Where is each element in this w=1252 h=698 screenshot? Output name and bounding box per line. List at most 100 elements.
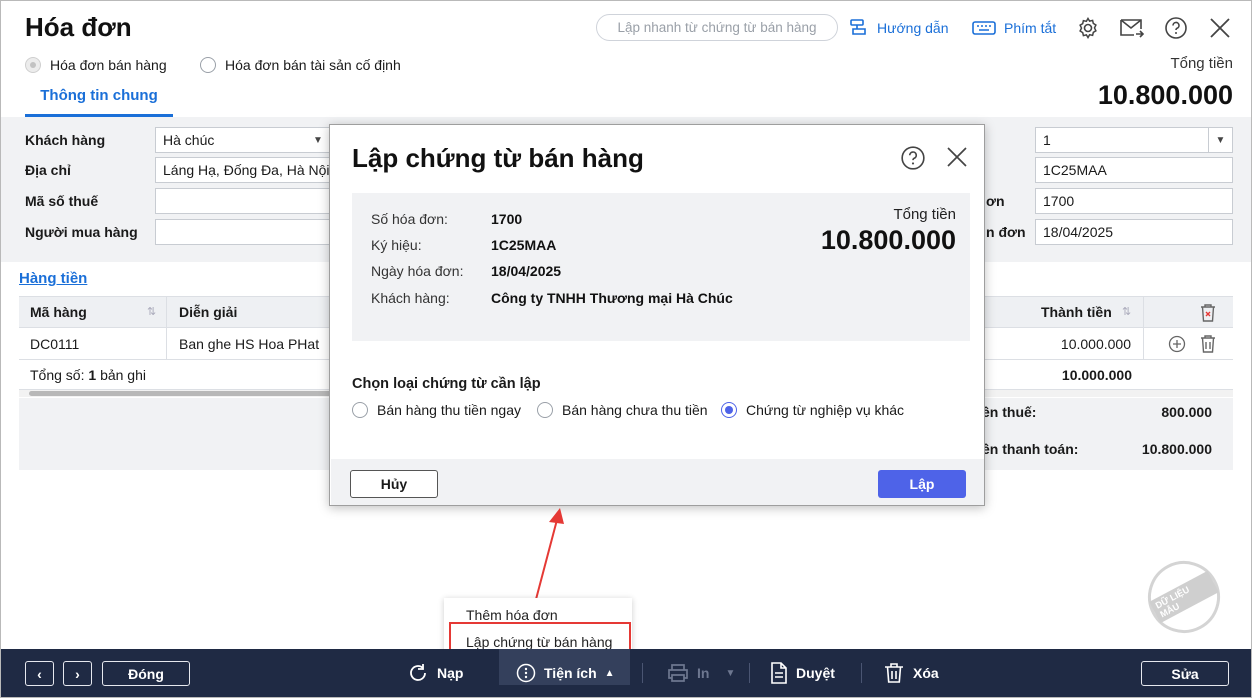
send-email-button[interactable] (1118, 14, 1146, 42)
printer-icon (668, 664, 688, 682)
guide-link[interactable]: Hướng dẫn (849, 18, 948, 38)
reload-button[interactable]: Nạp (407, 661, 463, 685)
invoice-number-input[interactable]: 1700 (1035, 188, 1233, 214)
payment-amount-label: ền thanh toán: (982, 441, 1079, 457)
info-value-number: 1700 (491, 211, 523, 227)
guide-icon (850, 19, 866, 35)
info-key-date: Ngày hóa đơn: (371, 263, 464, 279)
radio-indicator (200, 57, 216, 73)
section-goods-amount[interactable]: Hàng tiền (19, 270, 87, 287)
tax-amount-label: ền thuế: (982, 404, 1037, 420)
caret-down-icon: ▼ (725, 667, 736, 679)
menu-item-add-invoice[interactable]: Thêm hóa đơn (466, 607, 558, 623)
close-form-button[interactable]: Đóng (102, 661, 190, 686)
delete-all-rows-button[interactable] (1199, 303, 1217, 326)
shortcut-link[interactable]: Phím tắt (972, 18, 1056, 38)
mail-forward-icon (1120, 19, 1145, 38)
chevron-down-icon[interactable]: ▼ (306, 128, 330, 152)
toolbar-separator (642, 663, 643, 683)
radio-indicator (721, 402, 737, 418)
help-icon (901, 146, 925, 170)
column-description[interactable]: Diễn giải (179, 297, 237, 327)
page-title: Hóa đơn (25, 12, 132, 42)
address-label: Địa chỉ (25, 162, 71, 178)
total-value: 10.800.000 (1097, 80, 1233, 110)
invoice-date-label-fragment: n đơn (986, 224, 1026, 240)
choose-voucher-type-label: Chọn loại chứng từ cần lập (352, 376, 541, 392)
invoice-date-input[interactable]: 18/04/2025 (1035, 219, 1233, 245)
create-button[interactable]: Lập (878, 470, 966, 498)
next-record-button[interactable]: › (63, 661, 92, 686)
info-value-symbol: 1C25MAA (491, 237, 557, 253)
help-button[interactable] (1162, 14, 1190, 42)
gear-icon (1079, 17, 1097, 39)
tab-general-info[interactable]: Thông tin chung (25, 85, 173, 117)
radio-sale-unpaid[interactable]: Bán hàng chưa thu tiền (537, 402, 708, 418)
invoice-info-box: Số hóa đơn: 1700 Ký hiệu: 1C25MAA Ngày h… (352, 193, 970, 341)
plus-circle-icon (1168, 335, 1186, 353)
sort-icon[interactable]: ⇅ (147, 305, 156, 318)
sort-icon[interactable]: ⇅ (1122, 305, 1131, 318)
toolbar-separator (749, 663, 750, 683)
column-divider (166, 297, 167, 327)
tax-code-input[interactable] (155, 188, 331, 214)
prev-record-button[interactable]: ‹ (25, 661, 54, 686)
add-row-button[interactable] (1168, 335, 1186, 356)
radio-invoice-sales[interactable]: Hóa đơn bán hàng (25, 57, 167, 73)
close-button[interactable] (1206, 14, 1234, 42)
footer-total: 10.000.000 (1061, 367, 1132, 383)
invoice-number-label-fragment: ơn (986, 193, 1005, 209)
edit-button[interactable]: Sửa (1141, 661, 1229, 686)
tax-code-label: Mã số thuế (25, 193, 99, 209)
buyer-input[interactable] (155, 219, 331, 245)
dialog-total-value: 10.800.000 (820, 225, 956, 255)
symbol-input[interactable]: 1C25MAA (1035, 157, 1233, 183)
column-item-code[interactable]: Mã hàng (30, 297, 87, 327)
delete-button[interactable]: Xóa (883, 661, 939, 685)
radio-other-voucher[interactable]: Chứng từ nghiệp vụ khác (721, 402, 904, 418)
info-value-date: 18/04/2025 (491, 263, 562, 279)
scroll-thumb[interactable] (29, 391, 339, 396)
close-icon (947, 147, 967, 167)
row-item-code: DC0111 (30, 336, 80, 352)
template-combobox[interactable]: 1 ▼ (1035, 127, 1233, 153)
customer-combobox[interactable]: Hà chúc ▼ (155, 127, 331, 153)
chevron-left-icon: ‹ (37, 665, 42, 682)
dialog-title: Lập chứng từ bán hàng (352, 143, 644, 173)
trash-icon (1201, 335, 1215, 353)
info-key-customer: Khách hàng: (371, 290, 450, 306)
radio-indicator (352, 402, 368, 418)
column-divider (1143, 328, 1144, 359)
column-amount[interactable]: Thành tiền (1041, 297, 1112, 327)
document-icon (771, 662, 787, 684)
record-count: Tổng số: 1 bản ghi (30, 367, 146, 383)
approve-button[interactable]: Duyệt (770, 661, 835, 685)
chevron-down-icon[interactable]: ▼ (1208, 128, 1232, 152)
more-circle-icon (516, 663, 536, 683)
toolbar-separator (861, 663, 862, 683)
tax-amount-value: 800.000 (1161, 404, 1212, 420)
address-input[interactable]: Láng Hạ, Đống Đa, Hà Nội (155, 157, 331, 183)
radio-indicator (25, 57, 41, 73)
cancel-button[interactable]: Hủy (350, 470, 438, 498)
quick-create-search[interactable]: Lập nhanh từ chứng từ bán hàng (596, 14, 838, 41)
create-sales-voucher-dialog: Lập chứng từ bán hàng Số hóa đơn: 1700 K… (329, 124, 985, 506)
settings-button[interactable] (1074, 14, 1102, 42)
print-button[interactable]: In ▼ (667, 661, 735, 685)
radio-sale-paid-now[interactable]: Bán hàng thu tiền ngay (352, 402, 521, 418)
info-key-symbol: Ký hiệu: (371, 237, 422, 253)
close-icon (1210, 18, 1230, 38)
dialog-help-button[interactable] (900, 145, 926, 174)
delete-row-button[interactable] (1199, 334, 1217, 357)
buyer-label: Người mua hàng (25, 224, 138, 240)
utilities-button[interactable]: Tiện ích ▲ (516, 661, 615, 685)
bottom-toolbar: ‹ › Đóng Nạp Tiện ích ▲ In ▼ Duyệt Xóa S… (1, 649, 1251, 697)
dialog-close-button[interactable] (946, 146, 968, 171)
radio-invoice-fixed-asset[interactable]: Hóa đơn bán tài sản cố định (200, 57, 401, 73)
refresh-icon (410, 664, 426, 681)
row-description: Ban ghe HS Hoa PHat (179, 336, 320, 352)
trash-icon (885, 663, 903, 683)
info-value-customer: Công ty TNHH Thương mại Hà Chúc (491, 290, 733, 306)
payment-amount-value: 10.800.000 (1141, 441, 1212, 457)
caret-up-icon: ▲ (604, 667, 615, 679)
